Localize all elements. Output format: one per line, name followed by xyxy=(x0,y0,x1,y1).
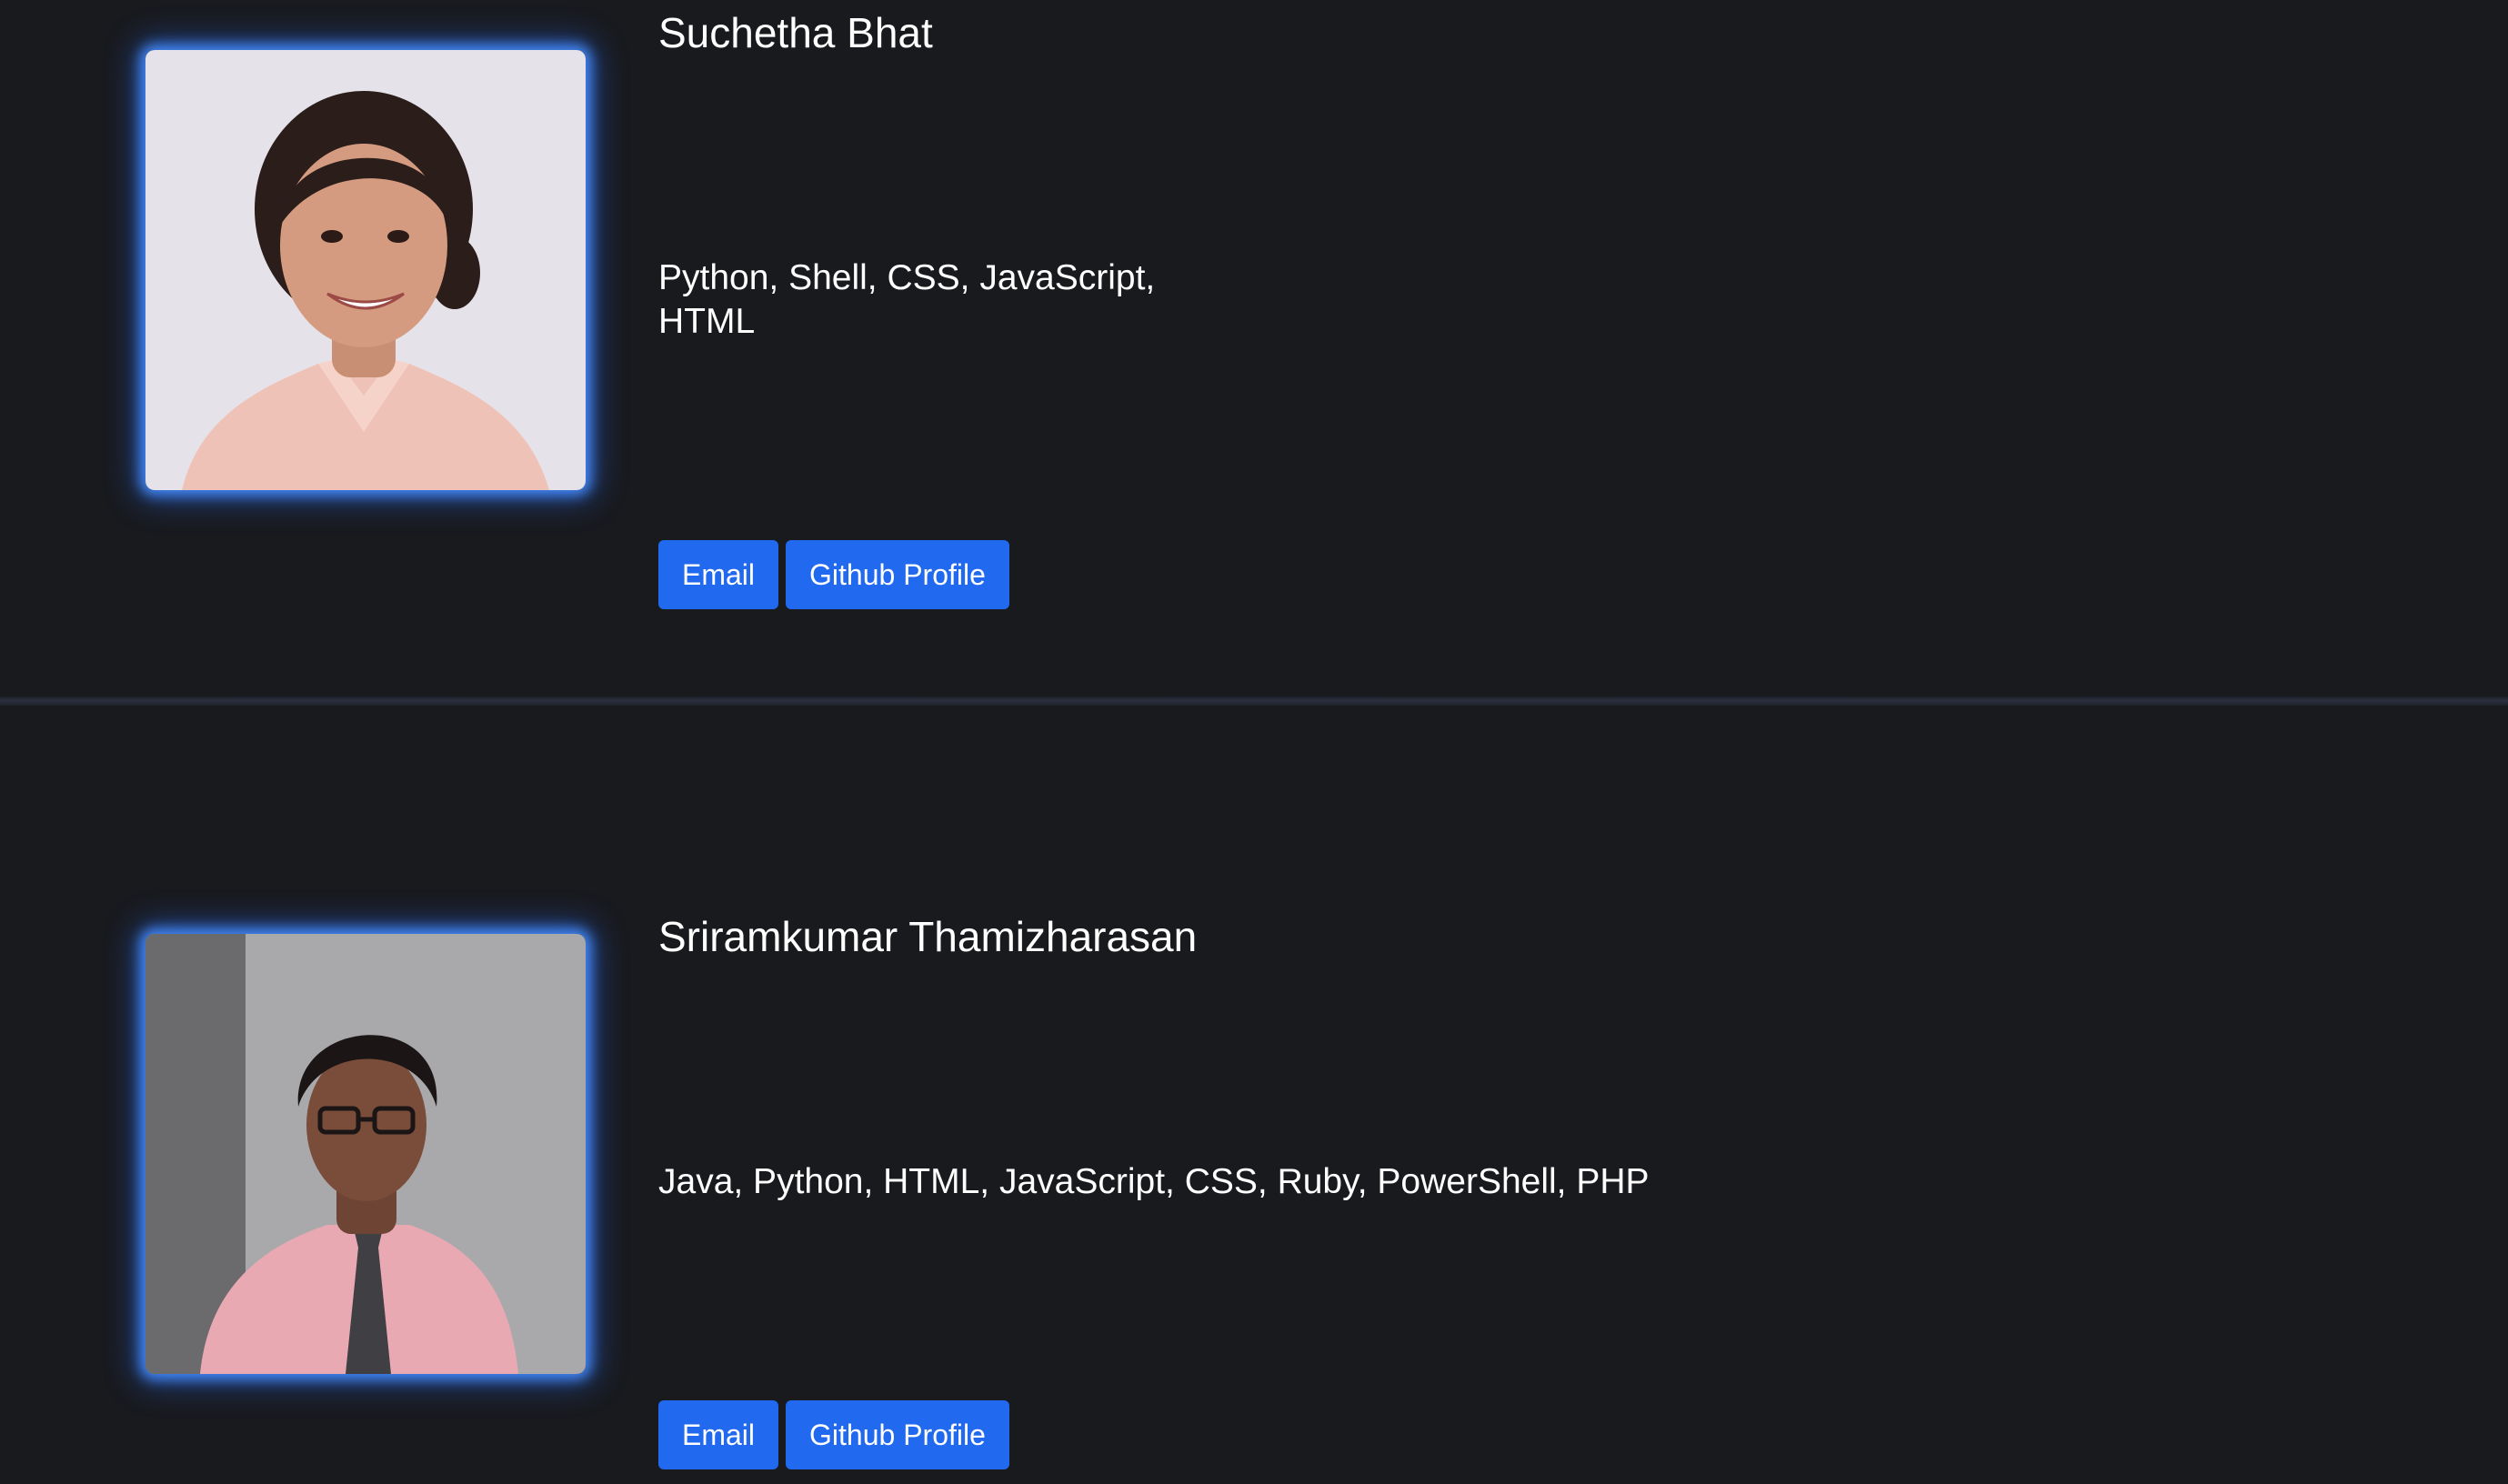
team-page: Suchetha Bhat Python, Shell, CSS, JavaSc… xyxy=(0,0,2508,1484)
member-photo xyxy=(145,50,586,490)
portrait-woman-image xyxy=(145,50,586,490)
member-photo xyxy=(145,934,586,1374)
github-profile-button[interactable]: Github Profile xyxy=(786,1400,1009,1469)
github-profile-button[interactable]: Github Profile xyxy=(786,540,1009,609)
member-languages: Python, Shell, CSS, JavaScript, HTML xyxy=(658,258,1156,341)
portrait-man-image xyxy=(145,934,586,1374)
member-actions: Email Github Profile xyxy=(658,540,1009,609)
section-divider xyxy=(0,697,2508,706)
email-button[interactable]: Email xyxy=(658,540,779,609)
member-name: Suchetha Bhat xyxy=(658,9,933,56)
member-name: Sriramkumar Thamizharasan xyxy=(658,913,1198,960)
member-languages: Java, Python, HTML, JavaScript, CSS, Rub… xyxy=(658,1162,1650,1201)
email-button[interactable]: Email xyxy=(658,1400,779,1469)
member-actions: Email Github Profile xyxy=(658,1400,1009,1469)
